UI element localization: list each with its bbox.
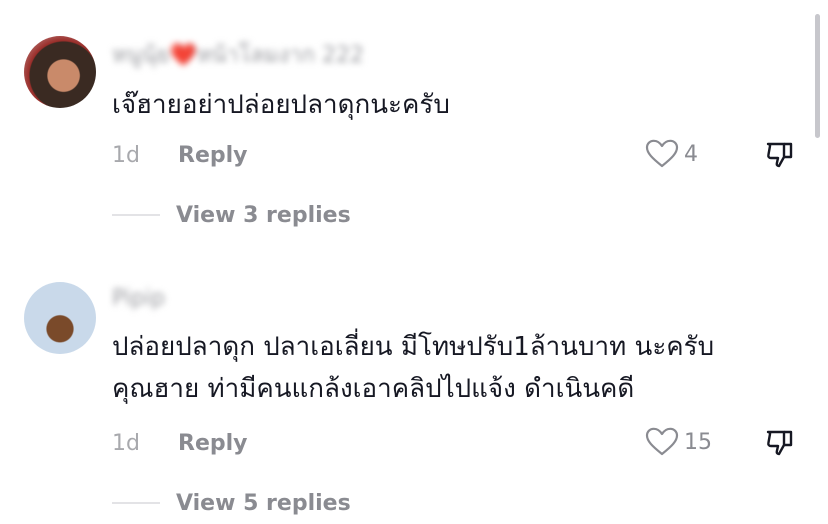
avatar[interactable] [24,36,96,108]
username-text: หนูนุ้ย❤️หน้าโลมงาก 222 [112,42,364,68]
comment-time: 1d [112,430,140,456]
divider-line [112,502,160,504]
divider-line [112,214,160,216]
avatar[interactable] [24,282,96,354]
like-count: 4 [684,141,698,167]
thumbs-down-icon [766,430,793,456]
comment-text: เจ๊ฮายอย่าปล่อยปลาดุกนะครับ [112,90,450,120]
scrollbar[interactable] [815,14,820,138]
comment-meta: 1d Reply [112,140,248,170]
heart-outline-icon [645,139,679,168]
view-replies-button[interactable]: View 3 replies [112,200,351,230]
like-button[interactable]: 15 [644,426,712,458]
username-text: Pipip [112,285,165,311]
view-replies-label: View 5 replies [176,490,351,516]
username[interactable]: หนูนุ้ย❤️หน้าโลมงาก 222 [112,40,364,68]
view-replies-label: View 3 replies [176,202,351,228]
comment-text: ปล่อยปลาดุก ปลาเอเลี่ยน มีโทษปรับ1ล้านบา… [112,332,715,404]
heart-outline-icon [645,427,679,456]
like-button[interactable]: 4 [644,138,698,170]
like-count: 15 [684,429,712,455]
thumbs-down-icon [766,142,793,168]
view-replies-button[interactable]: View 5 replies [112,488,351,518]
comment-time: 1d [112,142,140,168]
dislike-button[interactable] [764,138,796,170]
dislike-button[interactable] [764,426,796,458]
username[interactable]: Pipip [112,284,165,312]
reply-button[interactable]: Reply [178,143,248,168]
reply-button[interactable]: Reply [178,431,248,456]
comment-meta: 1d Reply [112,428,248,458]
